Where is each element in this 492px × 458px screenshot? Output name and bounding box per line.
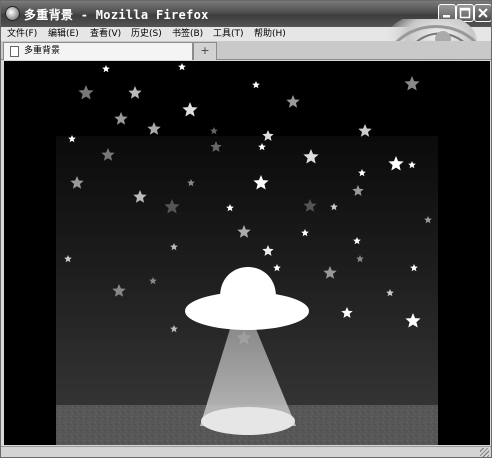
firefox-icon[interactable] — [5, 6, 20, 21]
menu-history[interactable]: 历史(S) — [131, 27, 162, 41]
menu-tools[interactable]: 工具(T) — [213, 27, 244, 41]
menu-help[interactable]: 帮助(H) — [254, 27, 286, 41]
menu-file[interactable]: 文件(F) — [7, 27, 37, 41]
menu-bookmarks[interactable]: 书签(B) — [172, 27, 203, 41]
status-bar — [1, 446, 491, 457]
menu-edit[interactable]: 编辑(E) — [48, 27, 79, 41]
menu-view[interactable]: 查看(V) — [90, 27, 121, 41]
tab-label: 多重背景 — [24, 46, 61, 56]
resize-grip-icon[interactable] — [480, 448, 489, 457]
page-content — [4, 61, 490, 445]
top-black-band — [4, 61, 490, 136]
new-tab-button[interactable]: + — [193, 42, 217, 60]
tab-bar: 多重背景 + — [1, 41, 491, 60]
page-icon — [10, 46, 19, 57]
window-title: 多重背景 - Mozilla Firefox — [24, 8, 209, 22]
tab-active[interactable]: 多重背景 — [3, 42, 193, 60]
ufo-saucer — [185, 292, 309, 330]
multi-background-scene — [4, 61, 490, 445]
beam-spot — [201, 407, 295, 435]
browser-window: 多重背景 - Mozilla Firefox 文件(F) 编辑(E) 查看(V)… — [0, 0, 492, 458]
